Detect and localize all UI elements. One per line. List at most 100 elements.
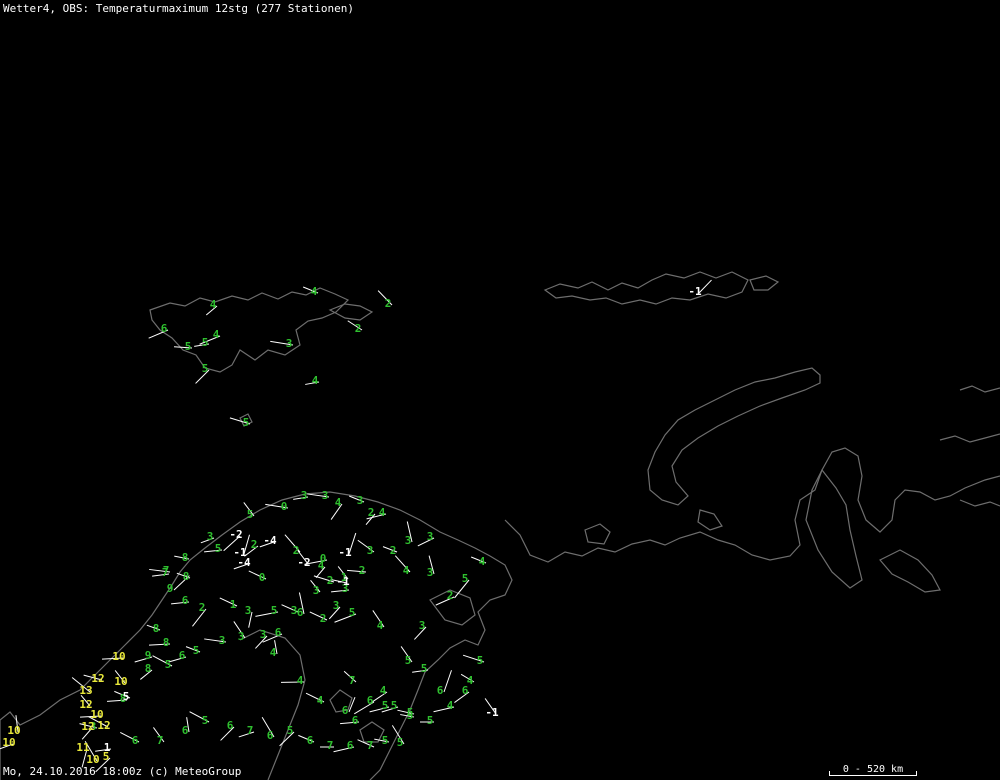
station-temperature[interactable]: 4 xyxy=(297,674,304,687)
station-temperature[interactable]: 2 xyxy=(368,506,375,519)
station-temperature[interactable]: 0 xyxy=(281,500,288,513)
station-temperature[interactable]: 5 xyxy=(405,654,412,667)
station-temperature[interactable]: 3 xyxy=(405,534,412,547)
station-temperature[interactable]: 2 xyxy=(355,322,362,335)
station-temperature[interactable]: 5 xyxy=(349,606,356,619)
station-temperature[interactable]: 5 xyxy=(202,362,209,375)
station-temperature[interactable]: 5 xyxy=(103,750,110,763)
station-temperature[interactable]: 6 xyxy=(297,606,304,619)
station-temperature[interactable]: 5 xyxy=(421,662,428,675)
station-temperature[interactable]: 5 xyxy=(427,714,434,727)
station-temperature[interactable]: 6 xyxy=(267,729,274,742)
station-temperature[interactable]: -4 xyxy=(237,556,251,569)
station-temperature[interactable]: 9 xyxy=(167,582,174,595)
station-temperature[interactable]: 3 xyxy=(419,619,426,632)
station-temperature[interactable]: 4 xyxy=(311,285,318,298)
station-temperature[interactable]: 4 xyxy=(335,496,342,509)
station-temperature[interactable]: -1 xyxy=(485,706,499,719)
station-temperature[interactable]: 5 xyxy=(407,706,414,719)
station-temperature[interactable]: 4 xyxy=(379,506,386,519)
station-temperature[interactable]: 2 xyxy=(390,544,397,557)
station-temperature[interactable]: 2 xyxy=(320,612,327,625)
station-temperature[interactable]: 10 xyxy=(114,675,127,688)
station-temperature[interactable]: 3 xyxy=(427,566,434,579)
station-temperature[interactable]: 7 xyxy=(367,739,374,752)
station-temperature[interactable]: 4 xyxy=(403,564,410,577)
station-temperature[interactable]: 3 xyxy=(260,628,267,641)
station-temperature[interactable]: 6 xyxy=(179,649,186,662)
station-temperature[interactable]: -2 xyxy=(297,556,310,569)
station-temperature[interactable]: 5 xyxy=(477,654,484,667)
station-temperature[interactable]: 4 xyxy=(213,328,220,341)
station-temperature[interactable]: 6 xyxy=(275,626,282,639)
station-temperature[interactable]: 8 xyxy=(163,636,170,649)
station-temperature[interactable]: 6 xyxy=(342,704,349,717)
station-temperature[interactable]: 4 xyxy=(317,694,324,707)
station-temperature[interactable]: 6 xyxy=(182,594,189,607)
station-temperature[interactable]: 8 xyxy=(183,570,190,583)
station-temperature[interactable]: 12 xyxy=(97,719,110,732)
station-temperature[interactable]: 3 xyxy=(238,630,245,643)
station-temperature[interactable]: 3 xyxy=(219,634,226,647)
station-temperature[interactable]: 6 xyxy=(182,724,189,737)
station-temperature[interactable]: 4 xyxy=(270,646,277,659)
station-temperature[interactable]: 10 xyxy=(2,736,15,749)
station-temperature[interactable]: 3 xyxy=(333,599,340,612)
station-temperature[interactable]: -1 xyxy=(336,575,350,588)
station-temperature[interactable]: -1 xyxy=(338,546,352,559)
station-temperature[interactable]: 3 xyxy=(207,530,214,543)
station-temperature[interactable]: 5 xyxy=(391,699,398,712)
station-temperature[interactable]: 3 xyxy=(427,530,434,543)
weather-map[interactable]: 465 545432245-13 34 30 45 23 324 3452-2 423-4-12… xyxy=(0,0,1000,780)
station-temperature[interactable]: 7 xyxy=(157,734,164,747)
station-temperature[interactable]: 2 xyxy=(359,564,366,577)
station-temperature[interactable]: 4 xyxy=(312,374,319,387)
station-temperature[interactable]: 8 xyxy=(145,662,152,675)
station-temperature[interactable]: 5 xyxy=(247,508,254,521)
station-temperature[interactable]: -4 xyxy=(263,534,277,547)
station-temperature[interactable]: 3 xyxy=(322,489,329,502)
station-temperature[interactable]: 6 xyxy=(307,734,314,747)
station-temperature[interactable]: 3 xyxy=(301,489,308,502)
station-temperature[interactable]: 2 xyxy=(385,297,392,310)
station-temperature[interactable]: 6 xyxy=(352,714,359,727)
station-temperature[interactable]: 5 xyxy=(462,572,469,585)
station-temperature[interactable]: -2 xyxy=(229,528,242,541)
station-temperature[interactable]: 2 xyxy=(199,601,206,614)
station-temperature[interactable]: 5 xyxy=(382,734,389,747)
station-temperature[interactable]: 7 xyxy=(327,739,334,752)
station-temperature[interactable]: 6 xyxy=(367,694,374,707)
station-temperature[interactable]: 5 xyxy=(382,699,389,712)
station-temperature[interactable]: 5 xyxy=(397,736,404,749)
station-temperature[interactable]: 2 xyxy=(293,544,300,557)
station-temperature[interactable]: 3 xyxy=(313,584,320,597)
station-temperature[interactable]: 4 xyxy=(380,684,387,697)
station-temperature[interactable]: 5 xyxy=(123,690,130,703)
station-temperature[interactable]: 2 xyxy=(327,574,334,587)
station-temperature[interactable]: 12 xyxy=(81,720,94,733)
station-temperature[interactable]: 10 xyxy=(112,650,125,663)
station-temperature[interactable]: 5 xyxy=(202,336,209,349)
station-temperature[interactable]: 8 xyxy=(153,622,160,635)
station-temperature[interactable]: 6 xyxy=(132,734,139,747)
station-temperature[interactable]: 5 xyxy=(287,724,294,737)
station-temperature[interactable]: 3 xyxy=(245,604,252,617)
station-temperature[interactable]: 4 xyxy=(447,699,454,712)
station-temperature[interactable]: 1 xyxy=(230,598,237,611)
station-temperature[interactable]: 2 xyxy=(447,589,454,602)
station-temperature[interactable]: 0 xyxy=(259,571,266,584)
station-temperature[interactable]: 5 xyxy=(202,714,209,727)
station-temperature[interactable]: 0 xyxy=(320,552,327,565)
station-temperature[interactable]: 4 xyxy=(467,674,474,687)
station-temperature[interactable]: 4 xyxy=(210,298,217,311)
station-temperature[interactable]: 5 xyxy=(271,604,278,617)
station-temperature[interactable]: -1 xyxy=(688,285,702,298)
station-temperature[interactable]: 5 xyxy=(215,542,222,555)
station-temperature[interactable]: 3 xyxy=(286,337,293,350)
station-temperature[interactable]: 6 xyxy=(347,739,354,752)
station-temperature[interactable]: 5 xyxy=(193,644,200,657)
station-temperature[interactable]: 7 xyxy=(247,724,254,737)
station-temperature[interactable]: 3 xyxy=(367,544,374,557)
station-temperature[interactable]: 9 xyxy=(145,649,152,662)
station-temperature[interactable]: 4 xyxy=(479,555,486,568)
